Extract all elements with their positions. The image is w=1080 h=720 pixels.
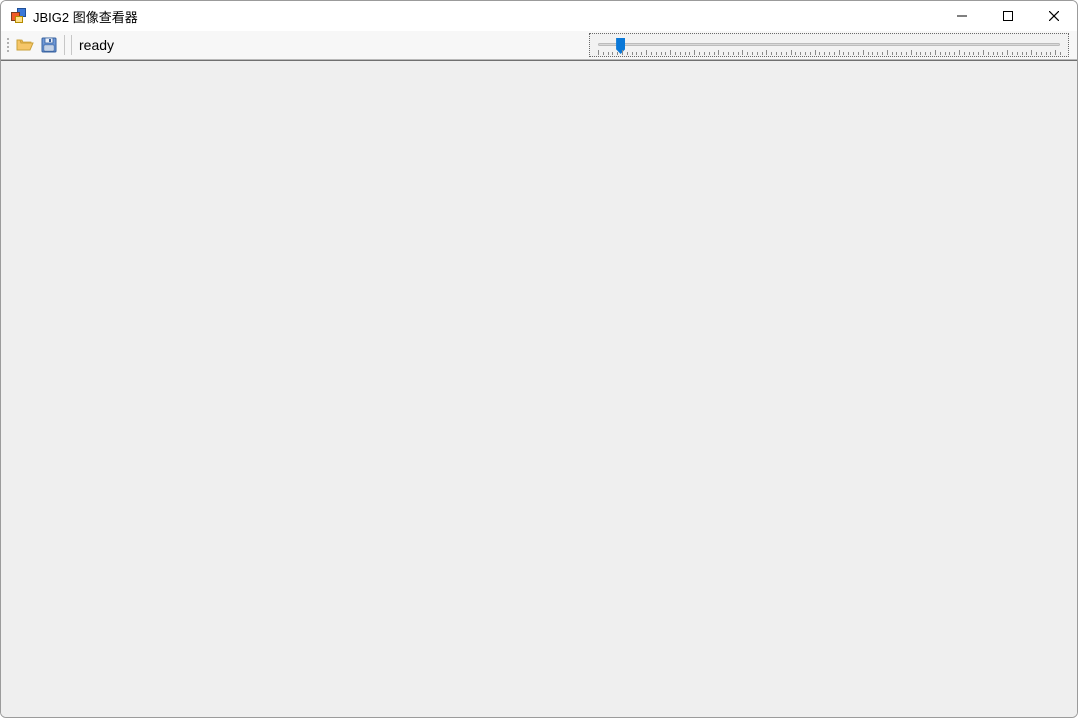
slider-ticks [598, 50, 1060, 55]
toolbar-separator [64, 35, 65, 55]
close-button[interactable] [1031, 1, 1077, 31]
titlebar[interactable]: JBIG2 图像查看器 [1, 1, 1077, 31]
slider-track [598, 43, 1060, 46]
save-icon [41, 37, 57, 53]
app-window: JBIG2 图像查看器 [0, 0, 1078, 718]
minimize-button[interactable] [939, 1, 985, 31]
toolbar-grip[interactable] [5, 36, 11, 54]
open-button[interactable] [13, 33, 37, 57]
window-title: JBIG2 图像查看器 [33, 7, 138, 26]
save-button[interactable] [37, 33, 61, 57]
toolbar: ready [1, 31, 1077, 60]
zoom-slider[interactable] [589, 33, 1069, 57]
maximize-button[interactable] [985, 1, 1031, 31]
toolbar-separator [71, 35, 72, 55]
close-icon [1049, 11, 1059, 21]
maximize-icon [1003, 11, 1013, 21]
image-viewport[interactable] [1, 60, 1077, 717]
minimize-icon [957, 11, 967, 21]
status-label: ready [79, 37, 114, 53]
app-icon [11, 8, 27, 24]
window-controls [939, 1, 1077, 31]
folder-open-icon [16, 37, 34, 53]
